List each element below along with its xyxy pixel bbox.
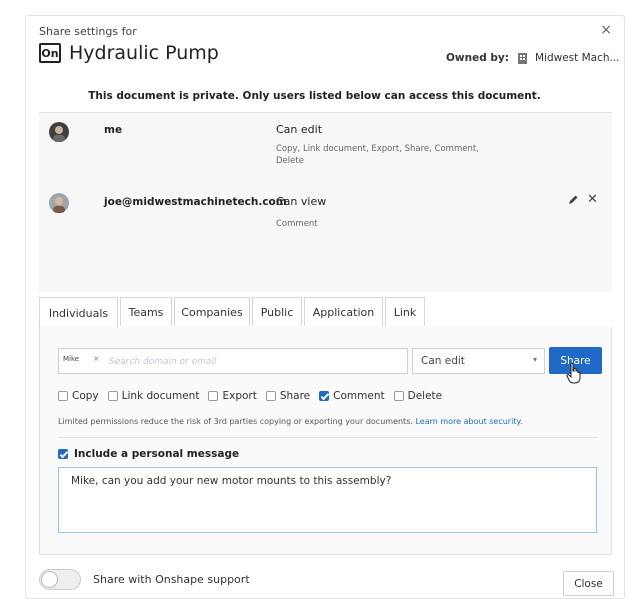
copy-checkbox[interactable]: Copy [58,390,99,402]
privacy-notice: This document is private. Only users lis… [88,90,541,102]
permission-select[interactable]: Can edit ▾ [412,348,545,374]
onshape-logo-icon: On [39,43,61,63]
personal-message-checkbox[interactable] [58,449,68,459]
checkbox-label: Export [222,390,257,402]
edit-permission-icon[interactable] [567,194,579,210]
checkbox-label: Delete [407,390,443,402]
search-input[interactable] [107,352,401,372]
invite-field[interactable]: Mike × [58,348,408,374]
tab-individuals[interactable]: Individuals [39,297,118,328]
personal-message-label: Include a personal message [74,448,240,460]
checkbox-box [208,391,219,401]
share-checkbox[interactable]: Share [265,390,311,402]
tab-application[interactable]: Application [304,297,383,326]
personal-message-toggle[interactable]: Include a personal message [58,448,239,460]
support-label: Share with Onshape support [93,573,250,586]
checkbox-box [107,391,118,401]
limited-note-text: Limited permissions reduce the risk of 3… [58,417,413,426]
personal-message-field[interactable] [58,467,597,533]
building-icon [517,52,528,64]
divider [58,437,598,438]
close-button[interactable]: Close [563,571,614,596]
owner-name: Midwest Mach... [534,52,620,64]
user-permission: Can edit [276,123,323,136]
dialog-header-label: Share settings for [39,25,137,38]
chevron-down-icon: ▾ [532,355,537,364]
link-document-checkbox[interactable]: Link document [107,390,200,402]
learn-more-link[interactable]: Learn more about security. [415,417,522,426]
user-permission-details: Copy, Link document, Export, Share, Comm… [276,144,479,166]
permission-select-value: Can edit [421,355,465,367]
checkbox-label: Copy [72,390,99,402]
chip-remove-icon[interactable]: × [93,354,100,363]
user-name: me [104,124,123,136]
checkbox-label: Link document [121,390,200,402]
tab-teams[interactable]: Teams [120,297,172,326]
checkbox-label: Share [279,390,311,402]
checkbox-box [265,391,276,401]
user-name: joe@midwestmachinetech.com [104,196,287,208]
limited-permissions-note: Limited permissions reduce the risk of 3… [58,417,523,426]
user-permission-details: Comment [276,219,318,229]
permission-checkboxes: Copy Link document Export Share Comment … [58,390,451,402]
export-checkbox[interactable]: Export [208,390,257,402]
comment-checkbox[interactable]: Comment [319,390,385,402]
tab-companies[interactable]: Companies [174,297,250,326]
hand-cursor-icon [566,362,582,387]
owner-info: Owned by: Midwest Mach... [446,52,620,64]
tab-public[interactable]: Public [252,297,302,326]
owned-by-label: Owned by: [446,52,509,64]
shared-users-list: me Can edit Copy, Link document, Export,… [39,112,612,292]
document-title-row: On Hydraulic Pump [39,42,219,64]
remove-user-icon[interactable]: ✕ [587,192,598,207]
checkbox-box [58,391,68,401]
toggle-knob [41,571,58,588]
checkbox-box [393,391,404,401]
tab-link[interactable]: Link [385,297,425,326]
document-title: Hydraulic Pump [69,42,219,64]
checkbox-label: Comment [333,390,385,402]
recipient-chip: Mike [63,355,80,363]
checkbox-box [319,391,330,401]
close-icon[interactable]: × [600,22,612,38]
avatar [49,193,69,213]
delete-checkbox[interactable]: Delete [393,390,443,402]
avatar [49,122,69,142]
support-toggle[interactable] [39,569,81,590]
user-permission: Can view [276,195,327,208]
share-tabs: Individuals Teams Companies Public Appli… [39,297,612,328]
